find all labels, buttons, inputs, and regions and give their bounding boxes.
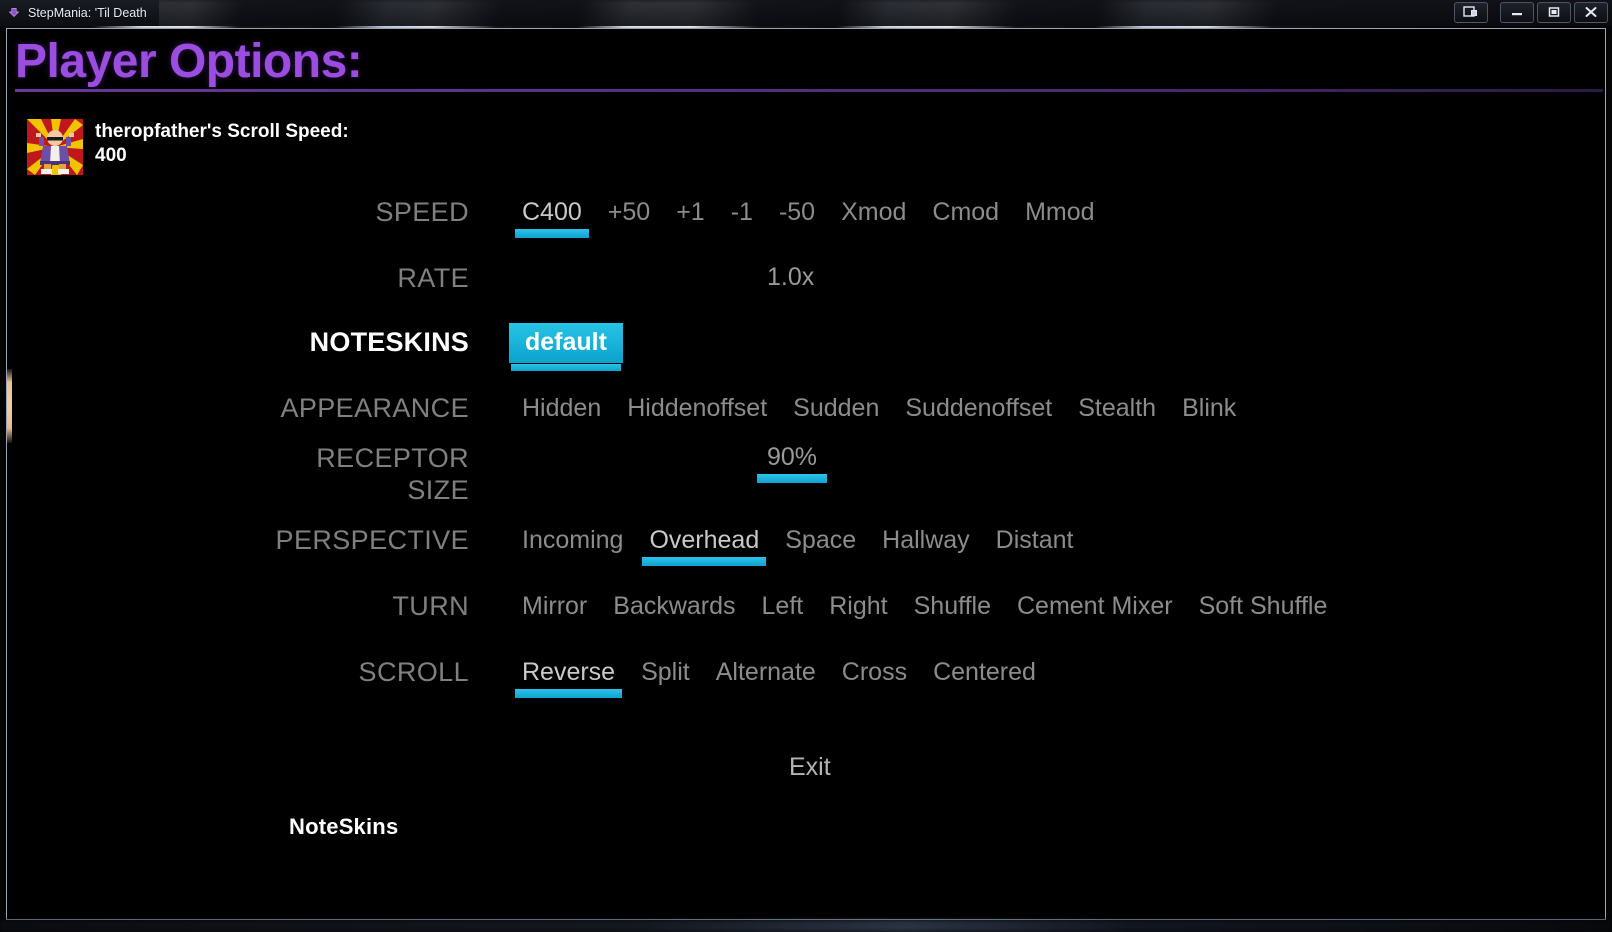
choice-right[interactable]: Right: [816, 591, 900, 621]
choice-suddenoffset[interactable]: Suddenoffset: [892, 393, 1065, 423]
page-header: Player Options:: [15, 35, 1605, 93]
desktop-background: StepMania: 'Til Death Player Options: th…: [0, 0, 1612, 932]
choice-incoming[interactable]: Incoming: [509, 525, 636, 555]
page-title: Player Options:: [15, 35, 363, 88]
option-choices: C400 +50 +1 -1 -50 Xmod Cmod Mmod: [487, 197, 1605, 238]
option-row-receptor-size[interactable]: RECEPTOR SIZE 90%: [7, 443, 1605, 507]
option-value-wrap: 90%: [487, 443, 1605, 483]
choice-c400[interactable]: C400: [509, 197, 595, 238]
player-avatar: [27, 119, 83, 175]
option-value-wrap: 1.0x: [487, 263, 1605, 292]
choice-xmod[interactable]: Xmod: [828, 197, 919, 227]
choice-reverse[interactable]: Reverse: [509, 657, 628, 698]
exit-button[interactable]: Exit: [779, 751, 841, 784]
choice-alternate[interactable]: Alternate: [703, 657, 829, 687]
choice-stealth[interactable]: Stealth: [1065, 393, 1169, 423]
choice-left[interactable]: Left: [749, 591, 817, 621]
choice-blink[interactable]: Blink: [1169, 393, 1249, 423]
option-label: APPEARANCE: [280, 393, 469, 423]
choice--1[interactable]: -1: [718, 197, 766, 227]
option-choices: Reverse Split Alternate Cross Centered: [487, 657, 1605, 698]
exit-row: Exit: [7, 751, 1605, 784]
option-label: RECEPTOR SIZE: [316, 443, 469, 505]
option-choices: Hidden Hiddenoffset Sudden Suddenoffset Stea…: [487, 393, 1605, 423]
player-scroll-speed-value: 400: [95, 144, 127, 166]
option-label: TURN: [392, 591, 469, 621]
choice-+50[interactable]: +50: [595, 197, 663, 227]
option-label: NOTESKINS: [309, 327, 469, 357]
title-divider: [15, 89, 1603, 93]
wallpaper-bottom-streak: [0, 920, 1612, 932]
player-card: theropfather's Scroll Speed: 400: [27, 119, 349, 175]
option-label: RATE: [397, 263, 469, 293]
game-canvas: Player Options: theropfather's Scroll Sp…: [6, 28, 1606, 920]
aero-peek-button[interactable]: [1454, 1, 1488, 23]
choice-cross[interactable]: Cross: [829, 657, 920, 687]
option-row-turn[interactable]: TURN Mirror Backwards Left Right Shuffle Cemen…: [7, 591, 1605, 625]
option-value[interactable]: 90%: [757, 443, 828, 483]
choice-overhead[interactable]: Overhead: [636, 525, 772, 566]
choice-hidden[interactable]: Hidden: [509, 393, 614, 423]
choice-default[interactable]: default: [509, 323, 623, 371]
choice-hallway[interactable]: Hallway: [869, 525, 983, 555]
stepmania-arrow-icon: [7, 6, 21, 20]
choice-mmod[interactable]: Mmod: [1012, 197, 1107, 227]
minimize-button[interactable]: [1500, 1, 1534, 23]
option-label: SPEED: [375, 197, 469, 227]
choice-shuffle[interactable]: Shuffle: [901, 591, 1004, 621]
option-row-scroll[interactable]: SCROLL Reverse Split Alternate Cross Centered: [7, 657, 1605, 698]
option-value[interactable]: 1.0x: [757, 263, 824, 292]
option-choices: Mirror Backwards Left Right Shuffle Cement Mi…: [487, 591, 1605, 621]
choice-distant[interactable]: Distant: [983, 525, 1087, 555]
option-label: SCROLL: [358, 657, 469, 687]
option-row-perspective[interactable]: PERSPECTIVE Incoming Overhead Space Hallway D…: [7, 525, 1605, 566]
player-scroll-speed-label: theropfather's Scroll Speed:: [95, 121, 349, 142]
choice-mirror[interactable]: Mirror: [509, 591, 600, 621]
option-row-noteskins[interactable]: NOTESKINS default: [7, 323, 1605, 371]
player-meta: theropfather's Scroll Speed: 400: [95, 119, 349, 168]
choice-backwards[interactable]: Backwards: [600, 591, 748, 621]
choice-+1[interactable]: +1: [663, 197, 718, 227]
choice-sudden[interactable]: Sudden: [780, 393, 892, 423]
option-row-rate[interactable]: RATE 1.0x: [7, 263, 1605, 297]
window-title: StepMania: 'Til Death: [28, 6, 147, 20]
choice-cement-mixer[interactable]: Cement Mixer: [1004, 591, 1186, 621]
maximize-button[interactable]: [1537, 1, 1571, 23]
stepmania-window: StepMania: 'Til Death Player Options: th…: [0, 0, 1612, 932]
option-choices: Incoming Overhead Space Hallway Distant: [487, 525, 1605, 566]
window-titlebar[interactable]: StepMania: 'Til Death: [0, 0, 1612, 26]
choice-hiddenoffset[interactable]: Hiddenoffset: [614, 393, 780, 423]
window-controls: [1451, 1, 1608, 23]
option-row-speed[interactable]: SPEED C400 +50 +1 -1 -50 Xmod Cmod Mmod: [7, 197, 1605, 238]
option-label: PERSPECTIVE: [275, 525, 469, 555]
choice-cmod[interactable]: Cmod: [919, 197, 1012, 227]
choice-split[interactable]: Split: [628, 657, 703, 687]
choice--50[interactable]: -50: [766, 197, 828, 227]
section-label: NoteSkins: [289, 814, 399, 839]
choice-centered[interactable]: Centered: [920, 657, 1049, 687]
titlebar-title-group: StepMania: 'Til Death: [0, 0, 159, 26]
option-row-appearance[interactable]: APPEARANCE Hidden Hiddenoffset Sudden Sudden…: [7, 393, 1605, 427]
option-choices: default: [487, 323, 1605, 371]
choice-soft-shuffle[interactable]: Soft Shuffle: [1186, 591, 1341, 621]
close-button[interactable]: [1574, 1, 1608, 23]
choice-space[interactable]: Space: [772, 525, 869, 555]
